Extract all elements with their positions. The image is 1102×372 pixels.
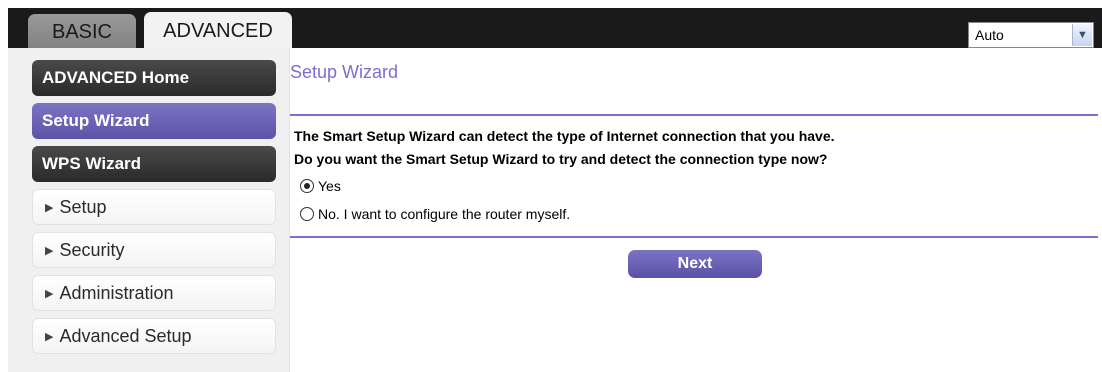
language-select[interactable]: Auto ▼	[968, 22, 1094, 48]
divider	[290, 236, 1098, 238]
top-bar: BASIC ADVANCED Auto ▼	[8, 8, 1102, 50]
wizard-question: Do you want the Smart Setup Wizard to tr…	[294, 151, 828, 167]
chevron-down-icon[interactable]: ▼	[1072, 24, 1092, 46]
triangle-right-icon: ▶	[45, 244, 54, 257]
option-no-label: No. I want to configure the router mysel…	[318, 206, 571, 222]
option-yes-label: Yes	[318, 178, 341, 194]
divider	[290, 114, 1098, 116]
radio-no[interactable]	[300, 207, 314, 221]
sidebar-item-setup[interactable]: ▶ Setup	[32, 189, 276, 225]
sidebar-item-wps-wizard[interactable]: WPS Wizard	[32, 146, 276, 182]
sidebar: ADVANCED Home Setup Wizard WPS Wizard ▶ …	[8, 48, 290, 372]
radio-yes[interactable]	[300, 179, 314, 193]
sidebar-item-label: WPS Wizard	[42, 154, 142, 173]
tab-advanced[interactable]: ADVANCED	[144, 12, 292, 50]
sidebar-item-label: Advanced Setup	[59, 325, 192, 346]
sidebar-item-label: Administration	[59, 282, 174, 303]
language-select-value: Auto	[975, 27, 1004, 43]
sidebar-item-label: Setup Wizard	[42, 111, 150, 130]
sidebar-item-advanced-home[interactable]: ADVANCED Home	[32, 60, 276, 96]
option-yes[interactable]: Yes	[300, 178, 341, 194]
triangle-right-icon: ▶	[45, 330, 54, 343]
sidebar-item-label: ADVANCED Home	[42, 68, 190, 87]
sidebar-item-setup-wizard[interactable]: Setup Wizard	[32, 103, 276, 139]
next-button[interactable]: Next	[628, 250, 762, 278]
tab-basic[interactable]: BASIC	[28, 14, 136, 50]
page-title: Setup Wizard	[290, 62, 399, 82]
triangle-right-icon: ▶	[45, 201, 54, 214]
main-content: Setup Wizard The Smart Setup Wizard can …	[290, 48, 1102, 372]
option-no[interactable]: No. I want to configure the router mysel…	[300, 206, 570, 222]
triangle-right-icon: ▶	[45, 287, 54, 300]
radio-selected-dot	[304, 183, 310, 189]
sidebar-item-administration[interactable]: ▶ Administration	[32, 275, 276, 311]
sidebar-item-label: Security	[59, 239, 125, 260]
sidebar-item-security[interactable]: ▶ Security	[32, 232, 276, 268]
sidebar-item-advanced-setup[interactable]: ▶ Advanced Setup	[32, 318, 276, 354]
wizard-description: The Smart Setup Wizard can detect the ty…	[294, 128, 835, 144]
sidebar-item-label: Setup	[59, 196, 107, 217]
